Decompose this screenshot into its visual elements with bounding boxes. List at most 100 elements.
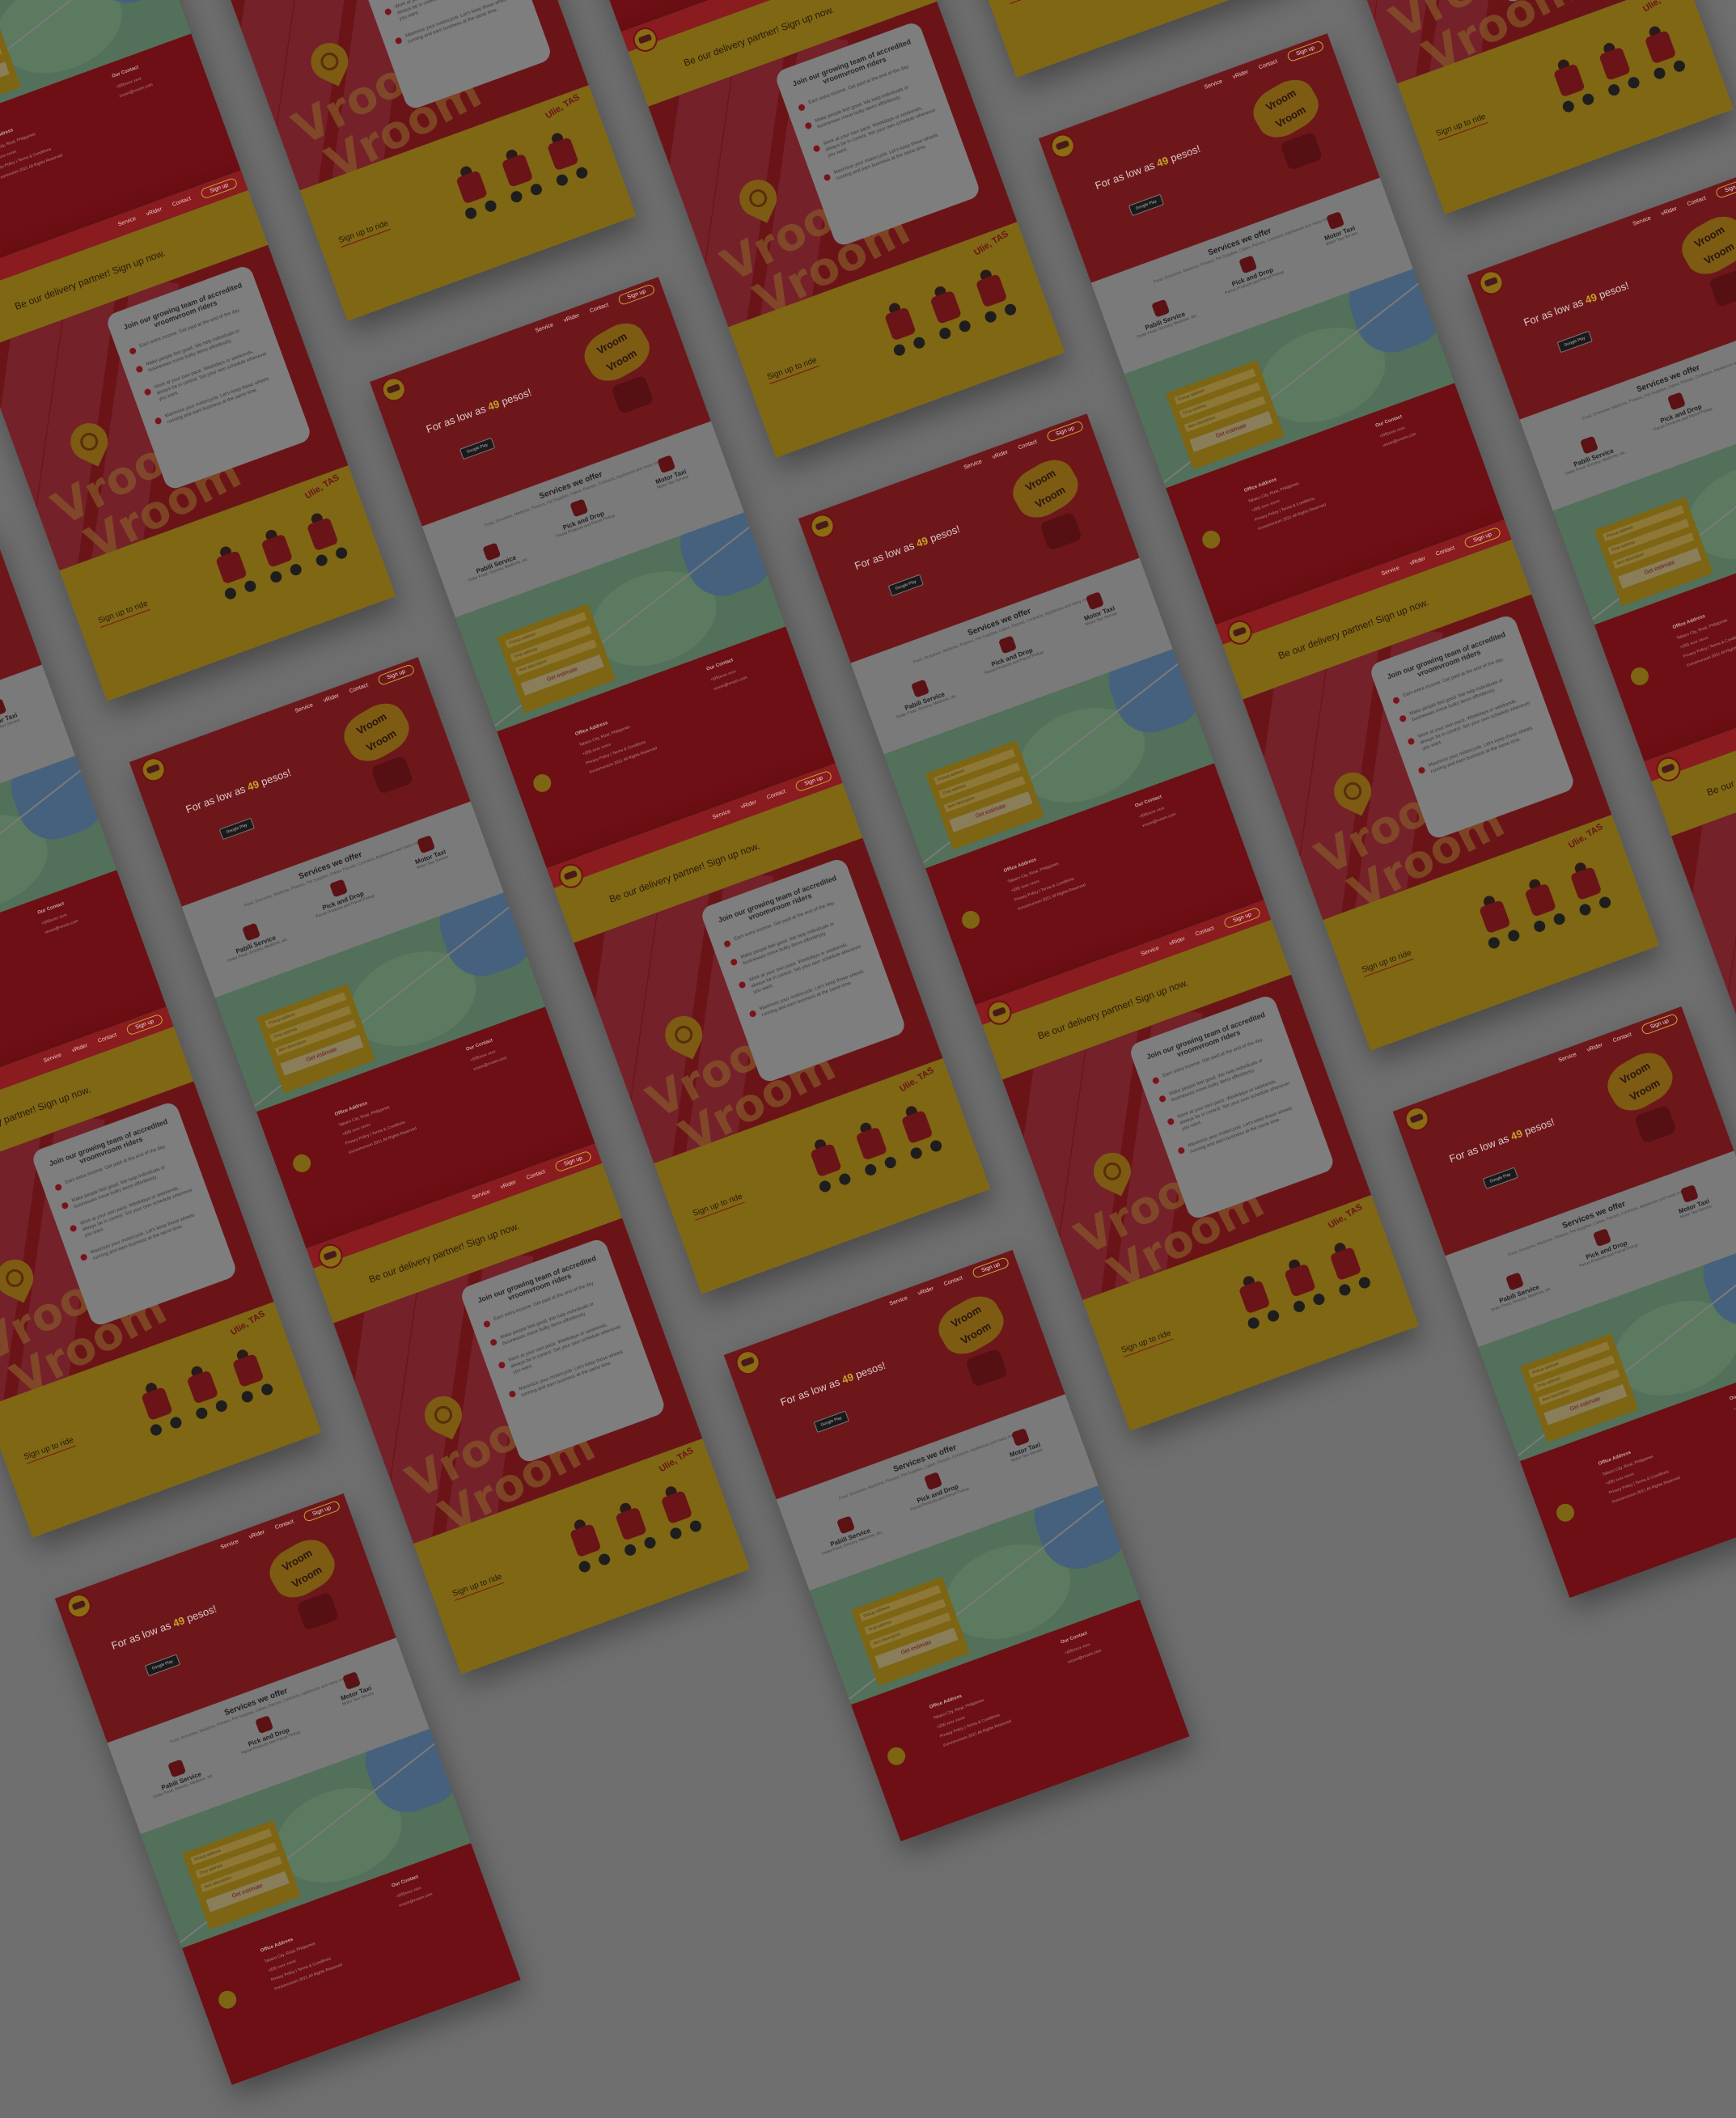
rider-body [1644,30,1677,65]
check-icon [128,346,138,355]
nav-link-contact[interactable]: Contact [1612,1031,1632,1044]
sign-up-to-ride-link[interactable]: Sign up to ride [1360,948,1414,977]
sign-up-to-ride-link[interactable]: Sign up to ride [1120,1328,1174,1358]
check-icon [748,1010,757,1019]
nav-link-vrider[interactable]: vRider [740,799,757,810]
nav-link-vrider[interactable]: vRider [500,1180,517,1190]
scooter-rider-illustration [295,1591,340,1632]
nav-link-service[interactable]: Service [43,1053,62,1065]
nav-link-contact[interactable]: Contact [274,1519,294,1531]
nav-link-vrider[interactable]: vRider [1409,556,1426,566]
nav-link-vrider[interactable]: vRider [1586,1042,1603,1053]
sign-up-to-ride-link[interactable]: Sign up to ride [451,1572,505,1601]
sign-up-to-ride-link[interactable]: Sign up to ride [691,1192,745,1221]
scooter-rider-illustration [1039,511,1083,552]
wheel [912,335,927,350]
nav-link-contact[interactable]: Contact [766,789,786,801]
get-estimate-button[interactable]: Get estimate [0,61,10,103]
nav-link-contact[interactable]: Contact [1018,439,1038,451]
google-play-button[interactable]: Google Play [887,574,924,597]
nav-link-contact[interactable]: Contact [349,683,369,695]
wheel [1581,91,1596,107]
google-play-button[interactable]: Google Play [144,1654,181,1677]
home-page-mockup: ServicevRiderContactSign upFor as low as… [1392,1006,1736,1599]
google-play-button[interactable]: Google Play [1482,1167,1518,1190]
nav-link-service[interactable]: Service [1632,215,1652,227]
nav-link-service[interactable]: Service [117,216,137,228]
nav-link-service[interactable]: Service [220,1539,239,1551]
nav-link-service[interactable]: Service [535,322,554,334]
nav-link-vrider[interactable]: vRider [1661,206,1678,217]
nav-link-service[interactable]: Service [1558,1052,1577,1064]
check-icon [812,144,821,153]
nav-link-vrider[interactable]: vRider [1169,936,1186,947]
nav-link-contact[interactable]: Contact [526,1169,546,1181]
nav-link-contact[interactable]: Contact [97,1032,117,1044]
google-play-button[interactable]: Google Play [1556,330,1593,354]
wheel [214,1399,229,1413]
wheel [1626,75,1641,91]
signup-button[interactable]: Sign up [1714,176,1736,200]
nav-link-vrider[interactable]: vRider [563,313,580,324]
google-play-button[interactable]: Google Play [813,1410,849,1434]
nav-link-vrider[interactable]: vRider [71,1043,88,1053]
nav-link-service[interactable]: Service [1141,946,1160,958]
nav-link-vrider[interactable]: vRider [1232,70,1249,80]
sign-up-to-ride-link[interactable]: Sign up to ride [765,355,819,384]
check-icon [498,1361,506,1370]
service-desc: Motor Taxi Service [1732,359,1736,392]
nav-link-vrider[interactable]: vRider [323,693,340,704]
google-play-button[interactable]: Google Play [218,817,255,841]
wheel [837,1171,853,1187]
nav-link-vrider[interactable]: vRider [248,1529,265,1540]
price-suffix: pesos! [1168,142,1202,165]
wheel [194,1405,210,1421]
price-prefix: For as low as [424,402,488,436]
rider-body [1284,1263,1316,1298]
scooter-rider-illustration [370,755,414,795]
nav-link-service[interactable]: Service [472,1189,491,1201]
nav-link-service[interactable]: Service [712,809,731,821]
nav-link-contact[interactable]: Contact [171,196,192,208]
sign-up-to-ride-link[interactable]: Sign up to ride [1006,0,1060,4]
nav-link-service[interactable]: Service [889,1295,908,1307]
rider-body [1238,1280,1271,1315]
nav-link-contact[interactable]: Contact [1195,926,1215,938]
wheel [1266,1308,1281,1324]
rider-illustration [302,511,351,571]
nav-link-vrider[interactable]: vRider [992,450,1009,460]
nav-link-contact[interactable]: Contact [943,1275,963,1287]
service-icon [1505,1272,1525,1291]
sign-up-to-ride-link[interactable]: Sign up to ride [1434,112,1488,142]
google-play-button[interactable]: Google Play [459,437,496,460]
nav-link-contact[interactable]: Contact [589,303,609,315]
nav-link-contact[interactable]: Contact [1687,196,1707,208]
price-suffix: pesos! [184,1602,218,1625]
price-headline: For as low as 49 pesos! [778,1359,887,1408]
check-icon [154,417,163,426]
contact-label: Our Contact [1729,1387,1736,1402]
rider-illustration [879,301,929,362]
wheel [1292,1298,1306,1314]
nav-link-vrider[interactable]: vRider [146,206,163,217]
sign-up-to-ride-link[interactable]: Sign up to ride [22,1435,76,1464]
nav-link-service[interactable]: Service [1381,566,1400,578]
nav-link-contact[interactable]: Contact [1435,545,1455,557]
price-suffix: pesos! [928,523,962,545]
nav-link-contact[interactable]: Contact [1258,59,1278,71]
google-play-button[interactable]: Google Play [1128,193,1165,217]
price-headline: For as low as 49 pesos! [1094,142,1202,192]
scooter-rider-illustration [1708,268,1736,308]
nav-link-service[interactable]: Service [963,459,983,471]
check-icon [394,36,403,45]
nav-link-service[interactable]: Service [1204,78,1223,91]
check-icon [1158,1095,1167,1103]
wheel [239,1389,255,1404]
nav-link-service[interactable]: Service [294,702,314,714]
footer-logo-icon [216,1988,239,2011]
sign-up-to-ride-link[interactable]: Sign up to ride [96,599,150,628]
wheel [1672,58,1687,74]
sign-up-to-ride-link[interactable]: Sign up to ride [337,218,391,248]
rider-illustration [565,1518,614,1578]
nav-link-vrider[interactable]: vRider [917,1286,934,1296]
